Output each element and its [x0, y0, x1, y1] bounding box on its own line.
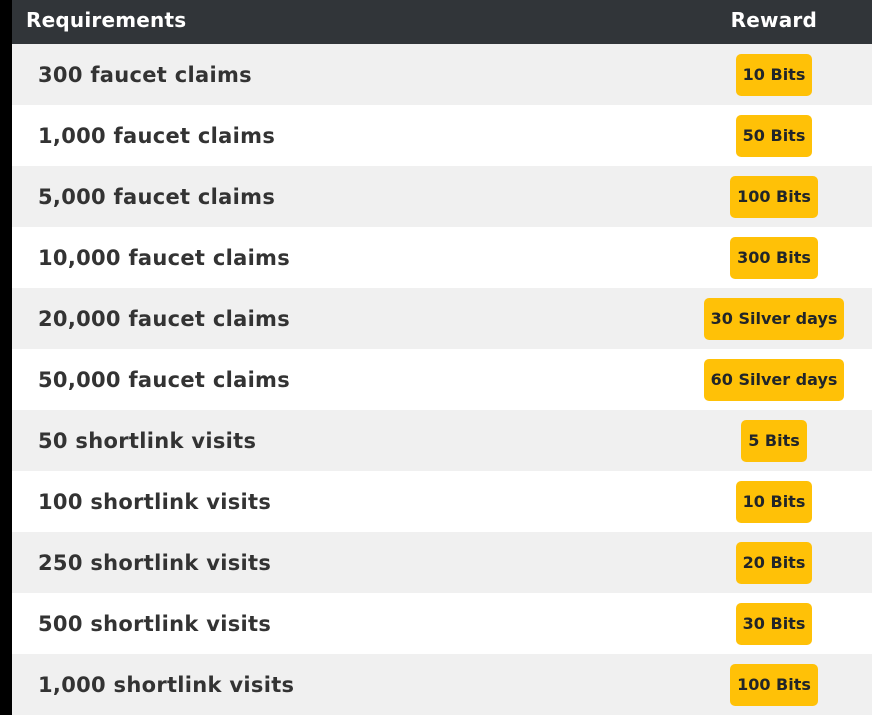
reward-badge: 50 Bits — [735, 114, 813, 157]
table-row: 50 shortlink visits 5 Bits — [12, 410, 872, 471]
reward-cell: 300 Bits — [704, 227, 844, 288]
requirement-text: 50,000 faucet claims — [38, 367, 291, 392]
header-requirements: Requirements — [26, 8, 187, 32]
reward-badge: 20 Bits — [735, 541, 813, 584]
reward-badge: 30 Silver days — [703, 297, 845, 340]
requirement-text: 20,000 faucet claims — [38, 306, 291, 331]
requirement-text: 10,000 faucet claims — [38, 245, 291, 270]
reward-badge: 300 Bits — [730, 236, 818, 279]
reward-badge: 10 Bits — [735, 480, 813, 523]
reward-cell: 100 Bits — [704, 654, 844, 715]
requirement-text: 100 shortlink visits — [38, 489, 272, 514]
table-row: 1,000 shortlink visits 100 Bits — [12, 654, 872, 715]
reward-cell: 10 Bits — [704, 44, 844, 105]
table-header: Requirements Reward — [12, 0, 872, 44]
table-row: 50,000 faucet claims 60 Silver days — [12, 349, 872, 410]
requirement-text: 1,000 shortlink visits — [38, 672, 295, 697]
requirement-text: 50 shortlink visits — [38, 428, 257, 453]
table-row: 250 shortlink visits 20 Bits — [12, 532, 872, 593]
achievements-table: Requirements Reward 300 faucet claims 10 … — [12, 0, 872, 715]
table-row: 500 shortlink visits 30 Bits — [12, 593, 872, 654]
requirement-text: 5,000 faucet claims — [38, 184, 276, 209]
reward-cell: 100 Bits — [704, 166, 844, 227]
header-reward: Reward — [730, 8, 817, 32]
reward-cell: 10 Bits — [704, 471, 844, 532]
table-row: 1,000 faucet claims 50 Bits — [12, 105, 872, 166]
requirement-text: 500 shortlink visits — [38, 611, 272, 636]
table-row: 100 shortlink visits 10 Bits — [12, 471, 872, 532]
reward-badge: 5 Bits — [741, 419, 807, 462]
requirement-text: 300 faucet claims — [38, 62, 252, 87]
reward-cell: 30 Bits — [704, 593, 844, 654]
table-row: 5,000 faucet claims 100 Bits — [12, 166, 872, 227]
reward-badge: 10 Bits — [735, 53, 813, 96]
reward-cell: 50 Bits — [704, 105, 844, 166]
requirement-text: 1,000 faucet claims — [38, 123, 276, 148]
reward-cell: 30 Silver days — [703, 288, 845, 349]
reward-badge: 30 Bits — [735, 602, 813, 645]
reward-badge: 100 Bits — [730, 663, 818, 706]
table-row: 20,000 faucet claims 30 Silver days — [12, 288, 872, 349]
requirement-text: 250 shortlink visits — [38, 550, 272, 575]
table-body: 300 faucet claims 10 Bits 1,000 faucet cla… — [12, 44, 872, 715]
reward-cell: 60 Silver days — [703, 349, 845, 410]
reward-badge: 100 Bits — [730, 175, 818, 218]
table-row: 300 faucet claims 10 Bits — [12, 44, 872, 105]
reward-badge: 60 Silver days — [703, 358, 845, 401]
table-row: 10,000 faucet claims 300 Bits — [12, 227, 872, 288]
reward-cell: 20 Bits — [704, 532, 844, 593]
reward-cell: 5 Bits — [704, 410, 844, 471]
